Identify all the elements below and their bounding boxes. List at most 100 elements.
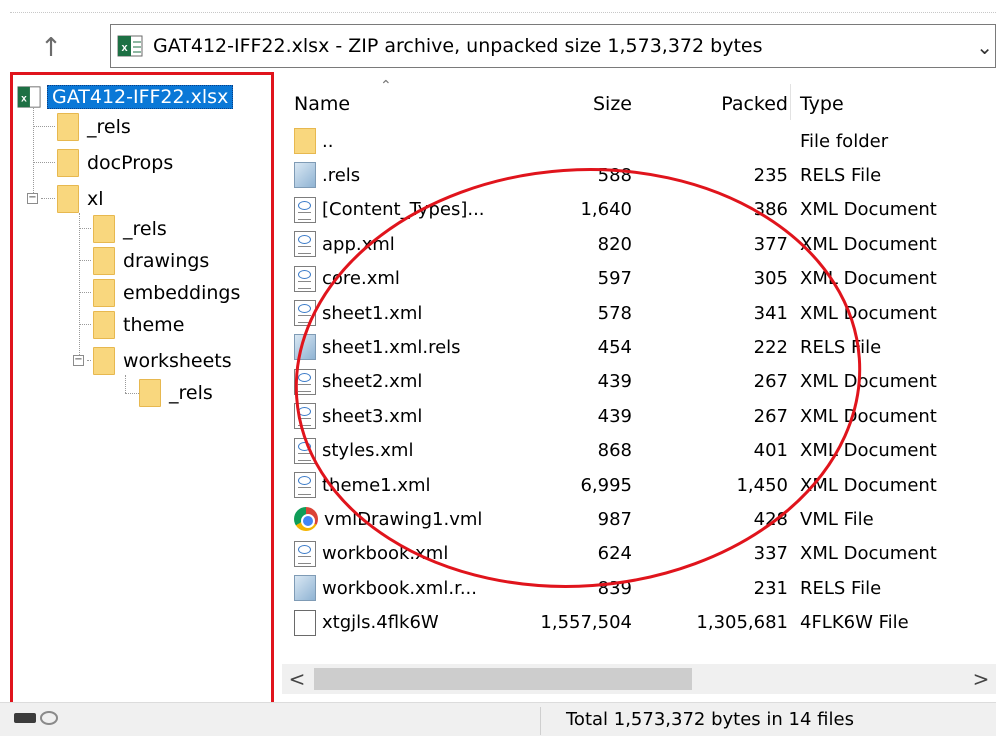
column-header-label: Packed (721, 93, 788, 115)
file-name-cell: .. (294, 124, 333, 158)
column-header-size[interactable]: Size (532, 88, 632, 120)
table-row[interactable]: .rels 588 235 RELS File (282, 158, 996, 192)
column-header-type[interactable]: Type (800, 88, 844, 120)
rels-file-icon (294, 575, 316, 602)
folder-icon (57, 149, 79, 177)
collapse-toggle-xl[interactable]: − (27, 193, 38, 204)
xml-file-icon (294, 437, 316, 464)
blank-file-icon (294, 609, 316, 636)
drive-icon (14, 713, 36, 723)
tree-item-rels[interactable]: _rels (57, 111, 131, 143)
table-row[interactable]: styles.xml 868 401 XML Document (282, 434, 996, 468)
file-name-cell: theme1.xml (294, 468, 431, 502)
xml-file-icon (294, 540, 316, 567)
status-total-text: Total 1,573,372 bytes in 14 files (566, 709, 854, 730)
xml-file-icon (294, 231, 316, 258)
scroll-left-icon[interactable]: < (282, 664, 312, 694)
rels-file-icon (294, 162, 316, 189)
tree-item-label: drawings (123, 250, 210, 272)
chevron-down-icon[interactable]: ⌄ (976, 35, 993, 59)
file-name: .. (322, 130, 334, 152)
file-packed-size: 428 (753, 508, 788, 530)
file-name-cell: sheet3.xml (294, 399, 422, 433)
rels-file-icon (294, 334, 316, 361)
file-size: 839 (597, 577, 632, 599)
table-row[interactable]: sheet1.xml 578 341 XML Document (282, 296, 996, 330)
folder-icon (93, 247, 115, 275)
tree-item-worksheets[interactable]: worksheets (93, 345, 232, 377)
tree-item-xl-rels[interactable]: _rels (93, 213, 167, 245)
table-row[interactable]: sheet2.xml 439 267 XML Document (282, 365, 996, 399)
file-size: 439 (597, 405, 632, 427)
table-row[interactable]: workbook.xml.r... 839 231 RELS File (282, 571, 996, 605)
file-size: 578 (597, 302, 632, 324)
folder-icon (93, 279, 115, 307)
collapse-toggle-worksheets[interactable]: − (73, 355, 84, 366)
scroll-right-icon[interactable]: > (966, 664, 996, 694)
file-packed-size: 267 (753, 371, 788, 393)
file-name: sheet1.xml (322, 302, 423, 324)
status-icons (14, 711, 58, 725)
file-name: .rels (322, 164, 361, 186)
tree-item-theme[interactable]: theme (93, 309, 184, 341)
xml-file-icon (294, 368, 316, 395)
file-size: 987 (597, 508, 632, 530)
file-size (532, 124, 632, 158)
status-bar: Total 1,573,372 bytes in 14 files (0, 702, 996, 736)
file-packed-size: 386 (753, 199, 788, 221)
address-bar[interactable]: x GAT412-IFF22.xlsx - ZIP archive, unpac… (110, 24, 996, 68)
folder-icon (294, 128, 316, 154)
tree-item-label: _rels (169, 382, 213, 404)
key-icon (40, 711, 58, 725)
tree-item-label: worksheets (123, 350, 232, 372)
file-name-cell: sheet2.xml (294, 365, 422, 399)
tree-item-worksheets-rels[interactable]: _rels (139, 377, 213, 409)
table-row[interactable]: [Content_Types]... 1,640 386 XML Document (282, 193, 996, 227)
file-type: XML Document (800, 405, 937, 427)
file-name-cell: core.xml (294, 262, 400, 296)
table-row[interactable]: app.xml 820 377 XML Document (282, 227, 996, 261)
column-divider[interactable] (790, 84, 791, 120)
archive-path: GAT412-IFF22.xlsx - ZIP archive, unpacke… (153, 35, 763, 57)
table-row[interactable]: sheet1.xml.rels 454 222 RELS File (282, 330, 996, 364)
tree-item-drawings[interactable]: drawings (93, 245, 209, 277)
tree-item-label: embeddings (123, 282, 241, 304)
file-size: 868 (597, 440, 632, 462)
folder-tree: − − x GAT412-IFF22.xlsx _rels docProps x… (10, 72, 274, 708)
table-row[interactable]: vmlDrawing1.vml 987 428 VML File (282, 502, 996, 536)
horizontal-scrollbar[interactable]: < > (282, 664, 996, 694)
column-header-packed[interactable]: Packed (682, 88, 788, 120)
column-header-name[interactable]: Name (294, 88, 350, 120)
file-size: 439 (597, 371, 632, 393)
xml-file-icon (294, 403, 316, 430)
file-size: 1,557,504 (540, 612, 632, 634)
up-arrow-icon[interactable]: ↑ (22, 28, 80, 68)
file-packed-size: 305 (753, 268, 788, 290)
file-type: XML Document (800, 440, 937, 462)
file-type: 4FLK6W File (800, 612, 909, 634)
table-row[interactable]: theme1.xml 6,995 1,450 XML Document (282, 468, 996, 502)
file-packed-size: 1,450 (736, 474, 788, 496)
file-name: app.xml (322, 233, 395, 255)
xml-file-icon (294, 196, 316, 223)
folder-icon (93, 347, 115, 375)
file-type: RELS File (800, 336, 882, 358)
tree-root[interactable]: x GAT412-IFF22.xlsx (17, 81, 234, 113)
file-name: theme1.xml (322, 474, 431, 496)
tree-item-docprops[interactable]: docProps (57, 147, 173, 179)
table-row[interactable]: sheet3.xml 439 267 XML Document (282, 399, 996, 433)
table-row[interactable]: xtgjls.4flk6W 1,557,504 1,305,681 4FLK6W Fi… (282, 606, 996, 640)
tree-item-label: xl (87, 188, 104, 210)
tree-item-embeddings[interactable]: embeddings (93, 277, 240, 309)
table-row[interactable]: workbook.xml 624 337 XML Document (282, 537, 996, 571)
folder-icon (93, 311, 115, 339)
scrollbar-thumb[interactable] (314, 668, 692, 690)
chrome-icon (294, 507, 318, 532)
table-row[interactable]: core.xml 597 305 XML Document (282, 262, 996, 296)
table-row[interactable]: .. File folder (282, 124, 996, 158)
tree-item-label: _rels (123, 218, 167, 240)
xml-file-icon (294, 300, 316, 326)
xml-file-icon (294, 472, 316, 498)
column-header-label: Type (800, 93, 844, 115)
tree-item-xl[interactable]: xl (57, 183, 104, 215)
